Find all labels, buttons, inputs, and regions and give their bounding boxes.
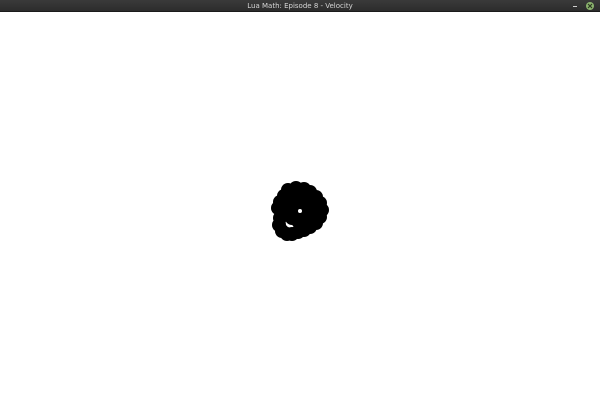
close-button[interactable] [586,2,594,10]
trail-circle [301,215,315,229]
minimize-button[interactable] [570,0,580,12]
trail-center-highlight [298,209,302,213]
game-canvas[interactable] [0,12,600,410]
window-title: Lua Math: Episode 8 - Velocity [247,2,353,10]
title-bar[interactable]: Lua Math: Episode 8 - Velocity [0,0,600,12]
app-window: Lua Math: Episode 8 - Velocity [0,0,600,410]
trail-circle [271,201,285,215]
minimize-icon [573,6,577,7]
close-icon [587,3,593,9]
drawing-surface [271,181,329,241]
